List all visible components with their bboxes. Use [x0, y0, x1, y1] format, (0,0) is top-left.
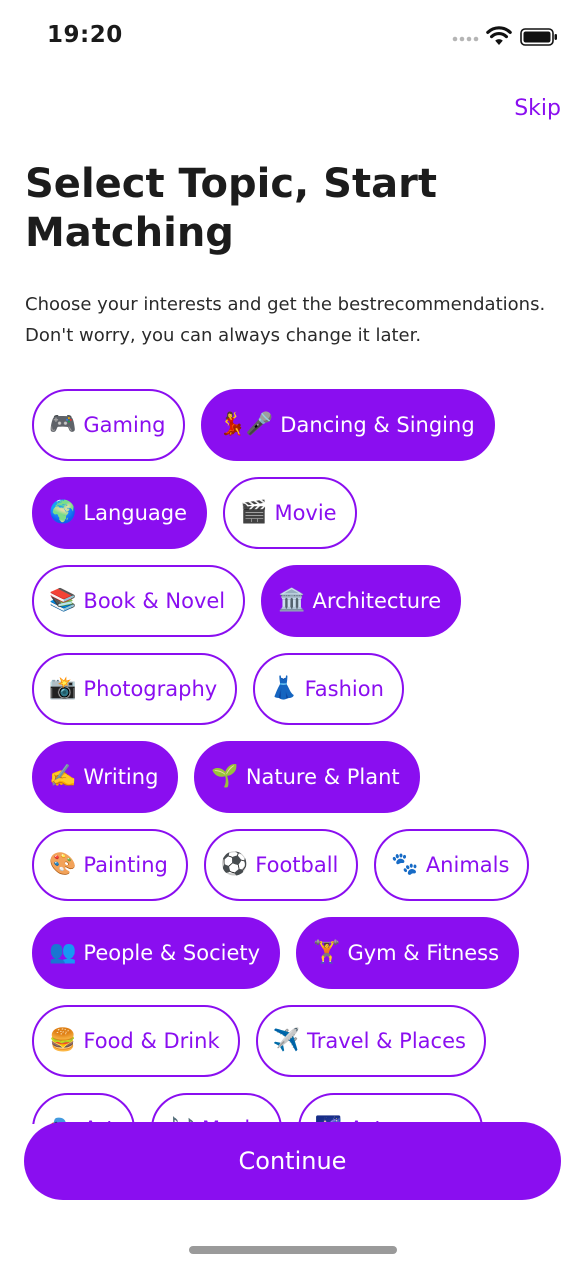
topic-chip-gaming[interactable]: 🎮 Gaming	[32, 389, 186, 461]
topic-chip-photography[interactable]: 📸 Photography	[32, 653, 238, 725]
topic-chip-label: Nature & Plant	[245, 765, 400, 789]
topic-chip-label: Painting	[83, 853, 168, 877]
topic-chip-writing[interactable]: ✍️ Writing	[32, 741, 179, 813]
camera-flash-icon: 📸	[49, 676, 77, 701]
topic-chip-label: Football	[255, 853, 339, 877]
topic-chip-label: Dancing & Singing	[280, 413, 475, 437]
palette-icon: 🎨	[49, 852, 77, 877]
topic-row: 🎭Art 🎶Music 🌌Astronomy	[32, 1093, 552, 1124]
battery-icon	[520, 28, 557, 46]
topic-row: 🍔 Food & Drink ✈️ Travel & Places	[32, 1005, 552, 1077]
topic-chip-dancing-singing[interactable]: 💃🎤 Dancing & Singing	[201, 389, 495, 461]
globe-icon: 🌍	[49, 500, 77, 525]
continue-button[interactable]: Continue	[24, 1122, 561, 1200]
topic-chip-label: Gym & Fitness	[347, 941, 500, 965]
topic-row: 🎨 Painting ⚽ Football 🐾 Animals	[32, 829, 552, 901]
burger-icon: 🍔	[49, 1028, 77, 1053]
topic-chip-music[interactable]: 🎶Music	[150, 1093, 282, 1124]
topic-chip-gym-fitness[interactable]: 🏋️ Gym & Fitness	[296, 917, 520, 989]
cellular-signal-icon	[452, 36, 479, 42]
topic-chip-travel-places[interactable]: ✈️ Travel & Places	[255, 1005, 486, 1077]
wifi-icon	[486, 26, 512, 45]
writing-hand-icon: ✍️	[49, 764, 77, 789]
topic-row: 🌍 Language 🎬 Movie	[32, 477, 552, 549]
topic-row: ✍️ Writing 🌱 Nature & Plant	[32, 741, 552, 813]
page-title: Select Topic, Start Matching	[25, 161, 437, 256]
clapper-board-icon: 🎬	[240, 500, 268, 525]
topic-chip-label: Gaming	[83, 413, 166, 437]
weight-lifter-icon: 🏋️	[313, 940, 341, 965]
topic-row: 📸 Photography 👗 Fashion	[32, 653, 552, 725]
topic-chip-label: Travel & Places	[307, 1029, 466, 1053]
topic-chip-label: Movie	[274, 501, 337, 525]
topic-chip-architecture[interactable]: 🏛️ Architecture	[261, 565, 462, 637]
soccer-ball-icon: ⚽	[220, 852, 249, 877]
home-indicator	[189, 1246, 397, 1254]
topic-chip-book-novel[interactable]: 📚 Book & Novel	[32, 565, 246, 637]
topic-row: 👥 People & Society 🏋️ Gym & Fitness	[32, 917, 552, 989]
dress-icon: 👗	[270, 676, 298, 701]
books-icon: 📚	[49, 588, 77, 613]
topic-chip-nature-plant[interactable]: 🌱 Nature & Plant	[194, 741, 420, 813]
topic-chip-football[interactable]: ⚽ Football	[203, 829, 359, 901]
topic-chip-food-drink[interactable]: 🍔 Food & Drink	[32, 1005, 240, 1077]
topic-chip-label: Writing	[83, 765, 159, 789]
topic-chip-animals[interactable]: 🐾 Animals	[374, 829, 530, 901]
topic-row: 🎮 Gaming 💃🎤 Dancing & Singing	[32, 389, 552, 461]
topic-chip-list: 🎮 Gaming 💃🎤 Dancing & Singing 🌍 Language 🎬 Movi…	[32, 389, 552, 1124]
topic-chip-astronomy[interactable]: 🌌Astronomy	[297, 1093, 483, 1124]
status-time: 19:20	[47, 22, 123, 48]
topic-chip-painting[interactable]: 🎨 Painting	[32, 829, 188, 901]
seedling-icon: 🌱	[211, 764, 239, 789]
topic-chip-label: Animals	[425, 853, 510, 877]
topic-chip-label: Food & Drink	[83, 1029, 220, 1053]
dancer-microphone-icon: 💃🎤	[218, 412, 274, 437]
topic-chip-language[interactable]: 🌍 Language	[32, 477, 208, 549]
topic-chip-movie[interactable]: 🎬 Movie	[223, 477, 357, 549]
skip-link[interactable]: Skip	[514, 96, 561, 121]
topic-chip-label: Fashion	[304, 677, 384, 701]
game-controller-icon: 🎮	[49, 412, 77, 437]
status-bar: 19:20	[0, 0, 585, 76]
topic-row: 📚 Book & Novel 🏛️ Architecture	[32, 565, 552, 637]
topic-chip-label: Language	[83, 501, 188, 525]
people-icon: 👥	[49, 940, 77, 965]
topic-chip-art[interactable]: 🎭Art	[32, 1093, 135, 1124]
topic-selection-screen: 19:20 Skip Select Topic, Start Matching …	[0, 0, 585, 1266]
topic-chip-fashion[interactable]: 👗 Fashion	[253, 653, 404, 725]
topic-chip-label: Photography	[83, 677, 218, 701]
topic-chip-label: Architecture	[312, 589, 442, 613]
page-subtitle: Choose your interests and get the bestre…	[25, 294, 546, 346]
topic-chip-label: Book & Novel	[83, 589, 226, 613]
airplane-icon: ✈️	[272, 1028, 301, 1053]
topic-chip-label: People & Society	[83, 941, 261, 965]
paw-prints-icon: 🐾	[391, 852, 419, 877]
topic-chip-people-society[interactable]: 👥 People & Society	[32, 917, 281, 989]
classical-building-icon: 🏛️	[278, 588, 306, 613]
